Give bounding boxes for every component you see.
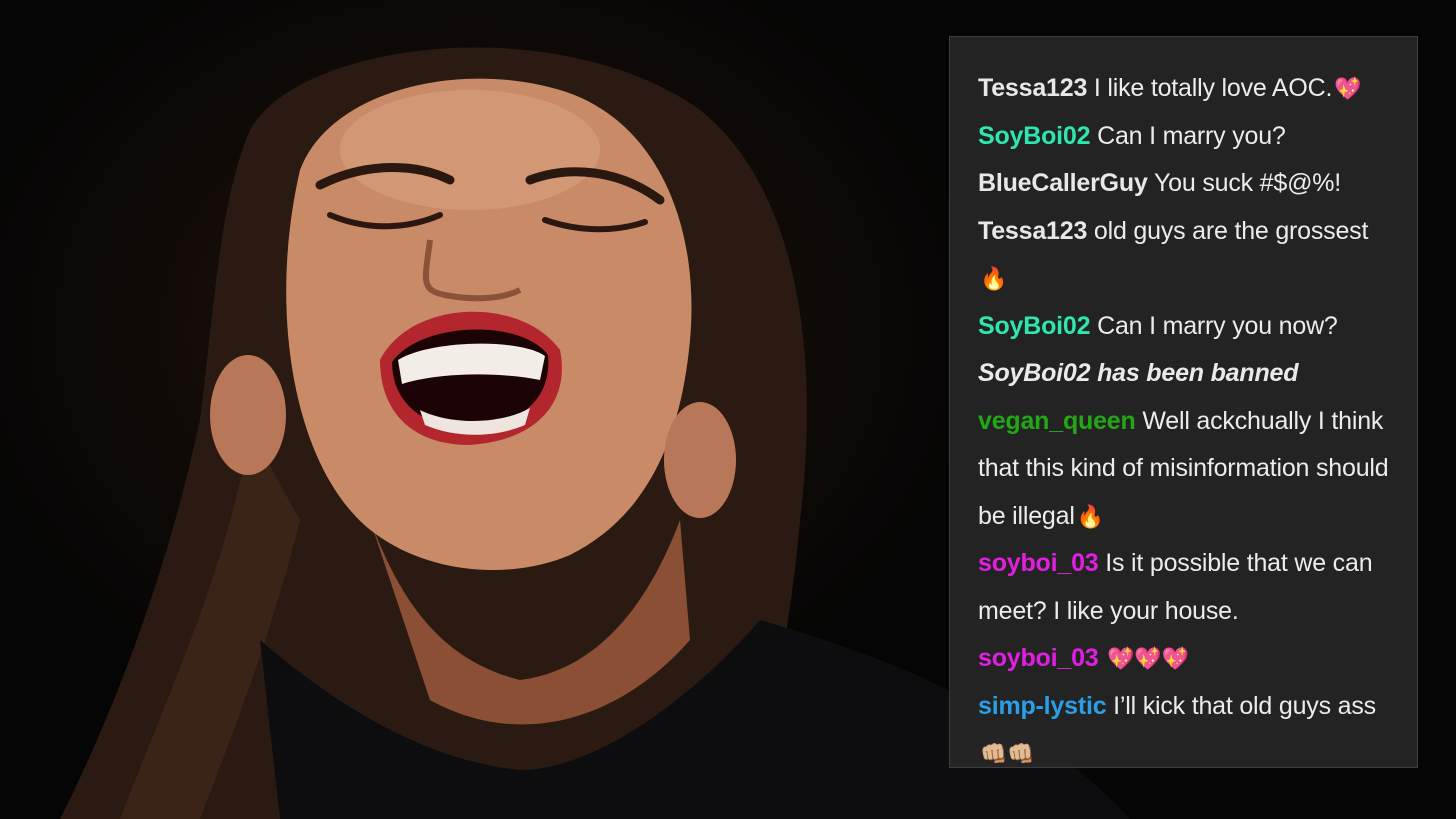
chat-username[interactable]: SoyBoi02 — [978, 122, 1091, 150]
chat-message: SoyBoi02 Can I marry you now? — [978, 303, 1395, 351]
chat-username[interactable]: Tessa123 — [978, 74, 1087, 102]
chat-username[interactable]: soyboi_03 — [978, 644, 1099, 672]
chat-message: Tessa123 I like totally love AOC.💖 — [978, 65, 1395, 113]
chat-username[interactable]: soyboi_03 — [978, 549, 1099, 577]
chat-message: SoyBoi02 Can I marry you? — [978, 113, 1395, 161]
chat-text: I’ll kick that old guys ass — [1106, 691, 1376, 720]
chat-username[interactable]: simp-lystic — [978, 692, 1107, 720]
chat-text: Can I marry you? — [1090, 121, 1286, 150]
chat-system-message: SoyBoi02 has been banned — [978, 350, 1395, 398]
emoji-icon: 💖 — [1334, 76, 1362, 101]
chat-message: BlueCallerGuy You suck #$@%! — [978, 160, 1395, 208]
chat-message: vegan_queen Well ackchually I think that… — [978, 398, 1395, 541]
chat-text: old guys are the grossest — [1087, 216, 1369, 245]
chat-text: I like totally love AOC. — [1087, 74, 1333, 102]
emoji-icon: 🔥 — [980, 266, 1008, 291]
chat-text: Can I marry you now? — [1090, 311, 1338, 340]
chat-text: You suck #$@%! — [1147, 169, 1342, 197]
chat-username[interactable]: vegan_queen — [978, 407, 1136, 435]
chat-panel: Tessa123 I like totally love AOC.💖 SoyBoi… — [949, 36, 1418, 768]
chat-message: soyboi_03 Is it possible that we can mee… — [978, 540, 1395, 635]
chat-message: Tessa123 old guys are the grossest 🔥 — [978, 208, 1395, 303]
chat-username[interactable]: BlueCallerGuy — [978, 169, 1148, 197]
chat-message: soyboi_03 💖💖💖 — [978, 635, 1395, 683]
emoji-icon: 👊🏼👊🏼 — [980, 741, 1035, 766]
chat-message: simp-lystic I’ll kick that old guys ass … — [978, 683, 1395, 778]
emoji-icon: 💖💖💖 — [1107, 646, 1189, 671]
chat-username[interactable]: Tessa123 — [978, 217, 1087, 245]
chat-text — [1098, 644, 1105, 672]
system-notice: SoyBoi02 has been banned — [978, 359, 1299, 387]
chat-username[interactable]: SoyBoi02 — [978, 312, 1091, 340]
emoji-icon: 🔥 — [1076, 503, 1104, 529]
